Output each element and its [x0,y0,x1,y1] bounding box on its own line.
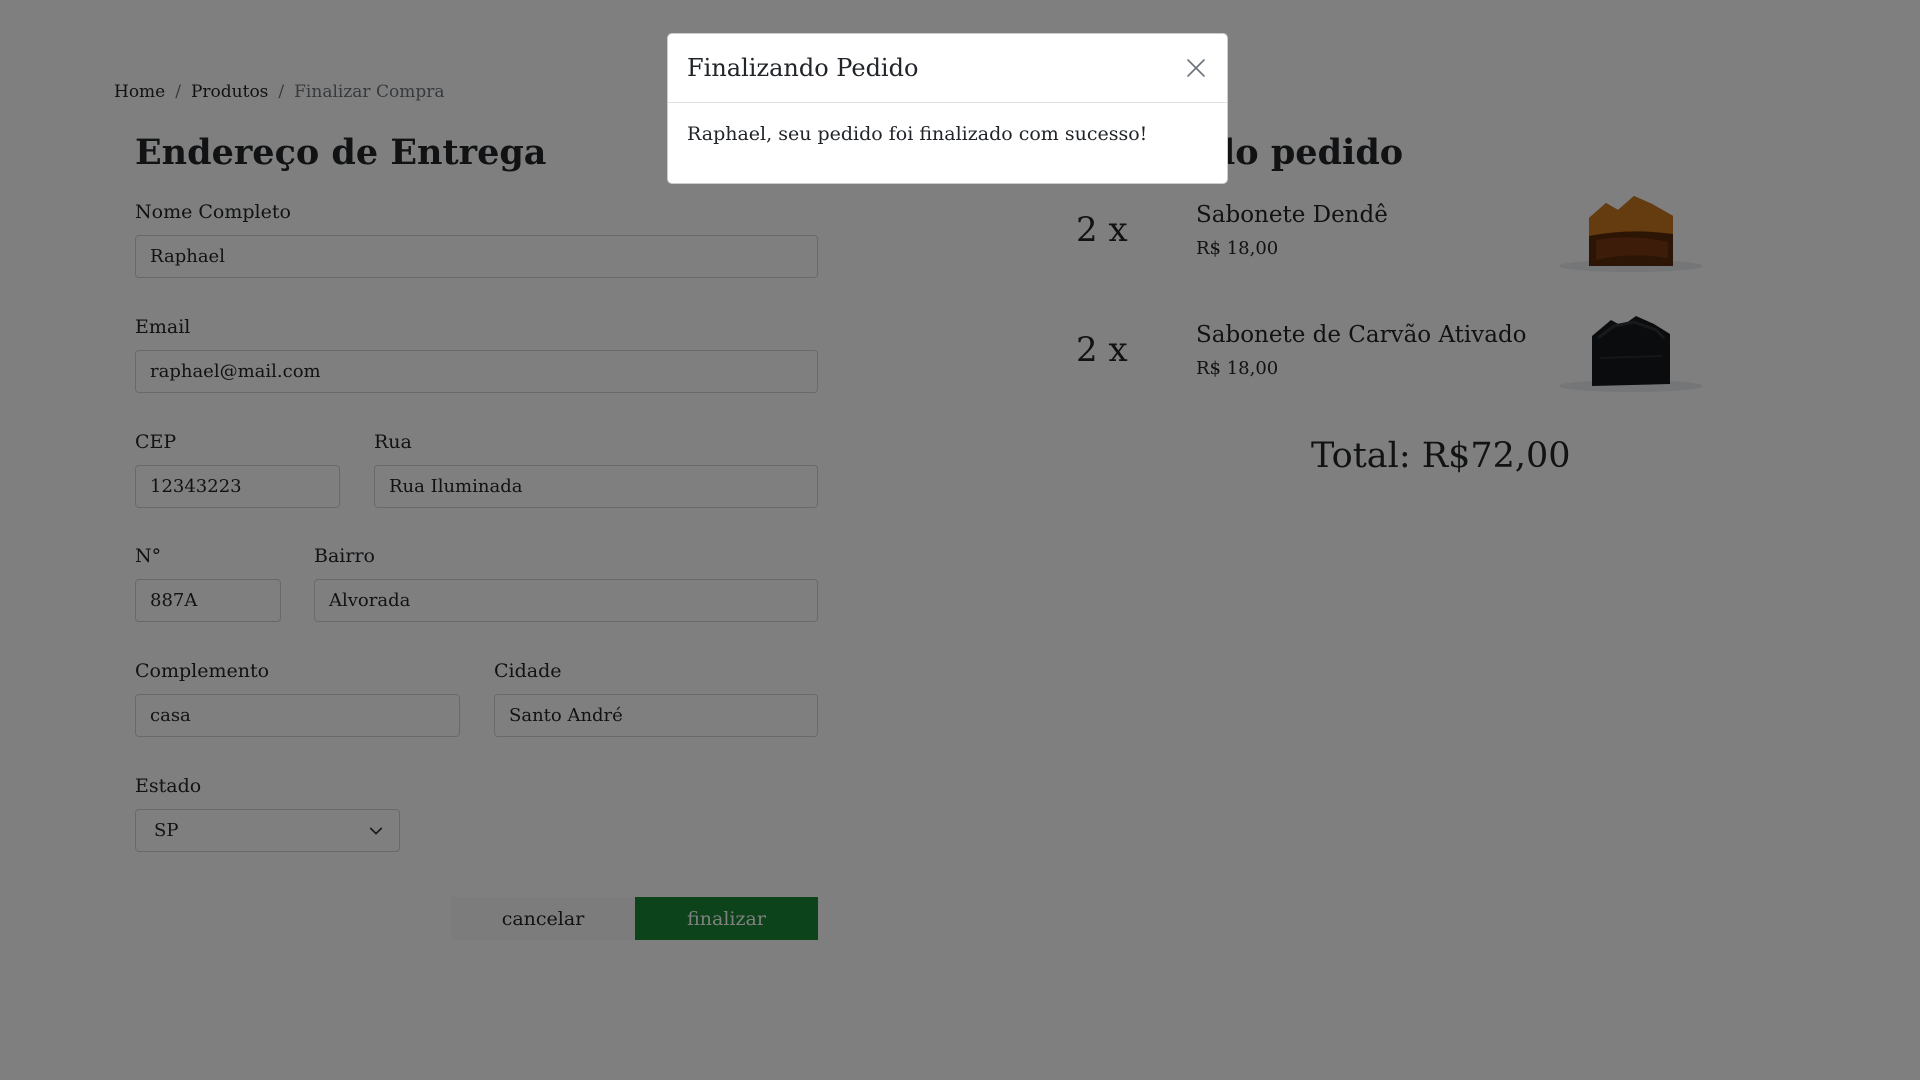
close-icon[interactable] [1185,57,1207,79]
modal-message: Raphael, seu pedido foi finalizado com s… [687,123,1148,145]
modal-title: Finalizando Pedido [687,54,919,82]
modal-body: Raphael, seu pedido foi finalizado com s… [668,103,1227,165]
order-finished-modal: Finalizando Pedido Raphael, seu pedido f… [667,33,1228,184]
modal-header: Finalizando Pedido [668,34,1227,103]
